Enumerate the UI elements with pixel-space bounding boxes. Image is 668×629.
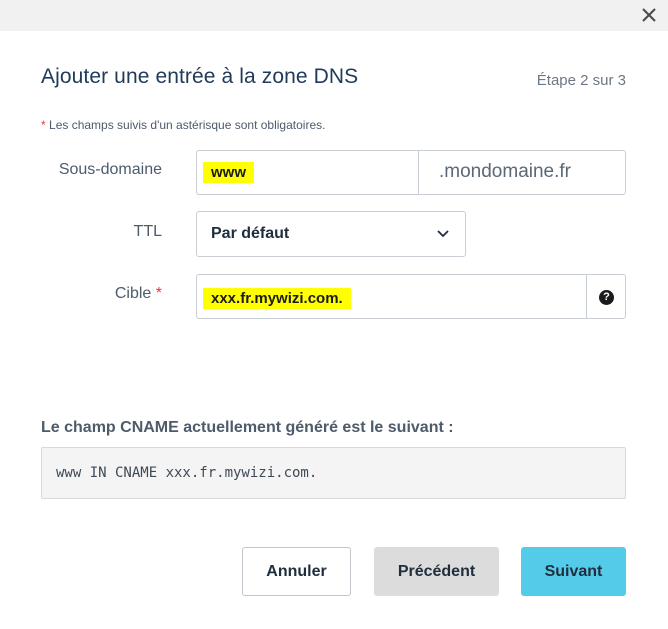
ttl-select[interactable]: Par défaut: [196, 211, 466, 257]
step-indicator: Étape 2 sur 3: [536, 72, 626, 89]
target-required-star: *: [155, 285, 162, 302]
target-value: xxx.fr.mywizi.com.: [203, 288, 351, 309]
required-note-text: Les champs suivis d'un astérisque sont o…: [49, 118, 326, 132]
subdomain-value: www: [203, 162, 255, 183]
target-input[interactable]: xxx.fr.mywizi.com.: [196, 274, 586, 319]
ttl-selected-value: Par défaut: [211, 225, 290, 242]
dialog-title: Ajouter une entrée à la zone DNS: [41, 65, 359, 88]
question-circle-icon: ?: [599, 290, 614, 305]
cancel-button[interactable]: Annuler: [242, 547, 351, 596]
previous-button[interactable]: Précédent: [374, 547, 499, 596]
target-label-text: Cible: [114, 285, 152, 302]
subdomain-input[interactable]: www: [196, 150, 418, 195]
cname-preview-box: www IN CNAME xxx.fr.mywizi.com.: [41, 447, 626, 499]
close-icon: [642, 8, 656, 22]
subdomain-label: Sous-domaine: [58, 161, 162, 178]
dialog-top-bar: [0, 0, 668, 31]
required-star: *: [41, 118, 46, 132]
domain-suffix: .mondomaine.fr: [418, 150, 626, 195]
target-label: Cible *: [2, 285, 162, 303]
next-button[interactable]: Suivant: [521, 547, 626, 596]
target-help-button[interactable]: ?: [586, 274, 626, 319]
chevron-down-icon: [437, 230, 449, 238]
cname-heading: Le champ CNAME actuellement généré est l…: [41, 419, 454, 436]
cname-record: www IN CNAME xxx.fr.mywizi.com.: [56, 465, 318, 481]
ttl-label: TTL: [133, 223, 162, 240]
close-button[interactable]: [638, 4, 660, 26]
required-fields-note: * Les champs suivis d'un astérisque sont…: [41, 118, 325, 132]
